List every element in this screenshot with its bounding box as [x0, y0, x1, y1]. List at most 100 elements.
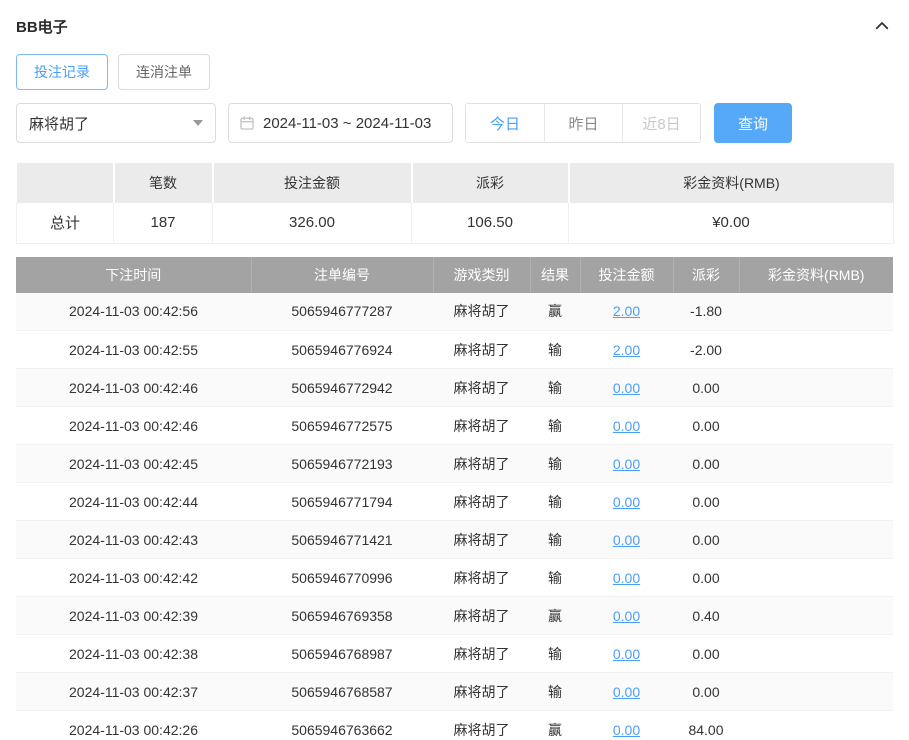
- panel-header: BB电子: [16, 0, 893, 37]
- chevron-down-icon: [193, 120, 203, 126]
- payout-cell: 0.00: [673, 407, 739, 445]
- date-range-value: 2024-11-03 ~ 2024-11-03: [263, 115, 431, 132]
- bonus-cell: [739, 559, 893, 597]
- bet-amount-link[interactable]: 0.00: [613, 418, 640, 434]
- bet-time-cell: 2024-11-03 00:42:55: [16, 331, 251, 369]
- last-8-days-button[interactable]: 近8日: [622, 104, 700, 142]
- game-type-cell: 麻将胡了: [433, 521, 530, 559]
- bet-amount-link[interactable]: 0.00: [613, 646, 640, 662]
- table-row: 2024-11-03 00:42:43 5065946771421 麻将胡了 输…: [16, 521, 893, 559]
- game-type-cell: 麻将胡了: [433, 635, 530, 673]
- payout-cell: -2.00: [673, 331, 739, 369]
- game-select-value: 麻将胡了: [29, 113, 89, 134]
- game-type-cell: 麻将胡了: [433, 407, 530, 445]
- payout-cell: 0.00: [673, 483, 739, 521]
- table-row: 2024-11-03 00:42:37 5065946768587 麻将胡了 输…: [16, 673, 893, 711]
- game-select[interactable]: 麻将胡了: [16, 103, 216, 143]
- bet-amount-link[interactable]: 0.00: [613, 608, 640, 624]
- result-cell: 输: [530, 445, 580, 483]
- bet-time-cell: 2024-11-03 00:42:56: [16, 293, 251, 331]
- bet-time-cell: 2024-11-03 00:42:39: [16, 597, 251, 635]
- payout-cell: -1.80: [673, 293, 739, 331]
- order-id-cell: 5065946771794: [251, 483, 433, 521]
- bet-amount-cell: 0.00: [580, 521, 673, 559]
- bet-amount-link[interactable]: 0.00: [613, 532, 640, 548]
- payout-cell: 0.00: [673, 559, 739, 597]
- bet-amount-link[interactable]: 0.00: [613, 722, 640, 738]
- bonus-cell: [739, 521, 893, 559]
- yesterday-button[interactable]: 昨日: [544, 104, 622, 142]
- tab-bet-records[interactable]: 投注记录: [16, 54, 108, 90]
- bet-amount-cell: 2.00: [580, 293, 673, 331]
- table-row: 2024-11-03 00:42:38 5065946768987 麻将胡了 输…: [16, 635, 893, 673]
- date-range-picker[interactable]: 2024-11-03 ~ 2024-11-03: [228, 103, 453, 143]
- tab-chain-bets[interactable]: 连消注单: [118, 54, 210, 90]
- order-id-cell: 5065946763662: [251, 711, 433, 740]
- bb-electronic-panel: BB电子 投注记录 连消注单 麻将胡了 2024-11-03 ~ 2024-11…: [0, 0, 909, 740]
- order-id-cell: 5065946768987: [251, 635, 433, 673]
- bet-amount-link[interactable]: 0.00: [613, 684, 640, 700]
- payout-cell: 0.00: [673, 369, 739, 407]
- summary-total-label: 总计: [17, 203, 114, 243]
- header-bonus: 彩金资料(RMB): [739, 257, 893, 293]
- payout-cell: 0.00: [673, 521, 739, 559]
- bet-amount-link[interactable]: 2.00: [613, 342, 640, 358]
- result-cell: 输: [530, 407, 580, 445]
- order-id-cell: 5065946770996: [251, 559, 433, 597]
- today-button[interactable]: 今日: [466, 104, 544, 142]
- table-row: 2024-11-03 00:42:44 5065946771794 麻将胡了 输…: [16, 483, 893, 521]
- order-id-cell: 5065946768587: [251, 673, 433, 711]
- table-row: 2024-11-03 00:42:55 5065946776924 麻将胡了 输…: [16, 331, 893, 369]
- bonus-cell: [739, 597, 893, 635]
- result-cell: 输: [530, 369, 580, 407]
- summary-total-bet-amount: 326.00: [213, 203, 412, 243]
- bonus-cell: [739, 369, 893, 407]
- page-title: BB电子: [16, 16, 68, 37]
- chevron-up-icon[interactable]: [871, 15, 893, 37]
- bet-amount-link[interactable]: 0.00: [613, 494, 640, 510]
- bet-amount-link[interactable]: 0.00: [613, 570, 640, 586]
- result-cell: 输: [530, 483, 580, 521]
- payout-cell: 0.00: [673, 445, 739, 483]
- header-order-id: 注单编号: [251, 257, 433, 293]
- result-cell: 输: [530, 635, 580, 673]
- bonus-cell: [739, 483, 893, 521]
- game-type-cell: 麻将胡了: [433, 331, 530, 369]
- calendar-icon: [239, 115, 255, 131]
- table-row: 2024-11-03 00:42:39 5065946769358 麻将胡了 赢…: [16, 597, 893, 635]
- game-type-cell: 麻将胡了: [433, 369, 530, 407]
- header-bet-amount: 投注金额: [580, 257, 673, 293]
- bet-amount-cell: 0.00: [580, 597, 673, 635]
- bet-time-cell: 2024-11-03 00:42:46: [16, 407, 251, 445]
- table-row: 2024-11-03 00:42:56 5065946777287 麻将胡了 赢…: [16, 293, 893, 331]
- search-button[interactable]: 查询: [714, 103, 792, 143]
- order-id-cell: 5065946772575: [251, 407, 433, 445]
- bonus-cell: [739, 445, 893, 483]
- order-id-cell: 5065946777287: [251, 293, 433, 331]
- header-game-type: 游戏类别: [433, 257, 530, 293]
- tab-bar: 投注记录 连消注单: [16, 54, 893, 90]
- game-type-cell: 麻将胡了: [433, 445, 530, 483]
- header-bet-time: 下注时间: [16, 257, 251, 293]
- bet-time-cell: 2024-11-03 00:42:46: [16, 369, 251, 407]
- payout-cell: 84.00: [673, 711, 739, 740]
- bet-amount-cell: 0.00: [580, 559, 673, 597]
- bet-time-cell: 2024-11-03 00:42:42: [16, 559, 251, 597]
- table-row: 2024-11-03 00:42:45 5065946772193 麻将胡了 输…: [16, 445, 893, 483]
- game-type-cell: 麻将胡了: [433, 673, 530, 711]
- summary-header-bonus: 彩金资料(RMB): [569, 163, 894, 203]
- result-cell: 输: [530, 521, 580, 559]
- payout-cell: 0.40: [673, 597, 739, 635]
- bet-amount-cell: 0.00: [580, 673, 673, 711]
- summary-table: 笔数 投注金额 派彩 彩金资料(RMB) 总计 187 326.00 106.5…: [16, 163, 894, 244]
- payout-cell: 0.00: [673, 673, 739, 711]
- result-cell: 输: [530, 331, 580, 369]
- summary-header-payout: 派彩: [412, 163, 569, 203]
- bonus-cell: [739, 673, 893, 711]
- bet-table-body: 2024-11-03 00:42:56 5065946777287 麻将胡了 赢…: [16, 293, 893, 740]
- table-row: 2024-11-03 00:42:42 5065946770996 麻将胡了 输…: [16, 559, 893, 597]
- summary-total-payout: 106.50: [412, 203, 569, 243]
- bet-amount-link[interactable]: 2.00: [613, 303, 640, 319]
- bet-amount-link[interactable]: 0.00: [613, 456, 640, 472]
- bet-amount-link[interactable]: 0.00: [613, 380, 640, 396]
